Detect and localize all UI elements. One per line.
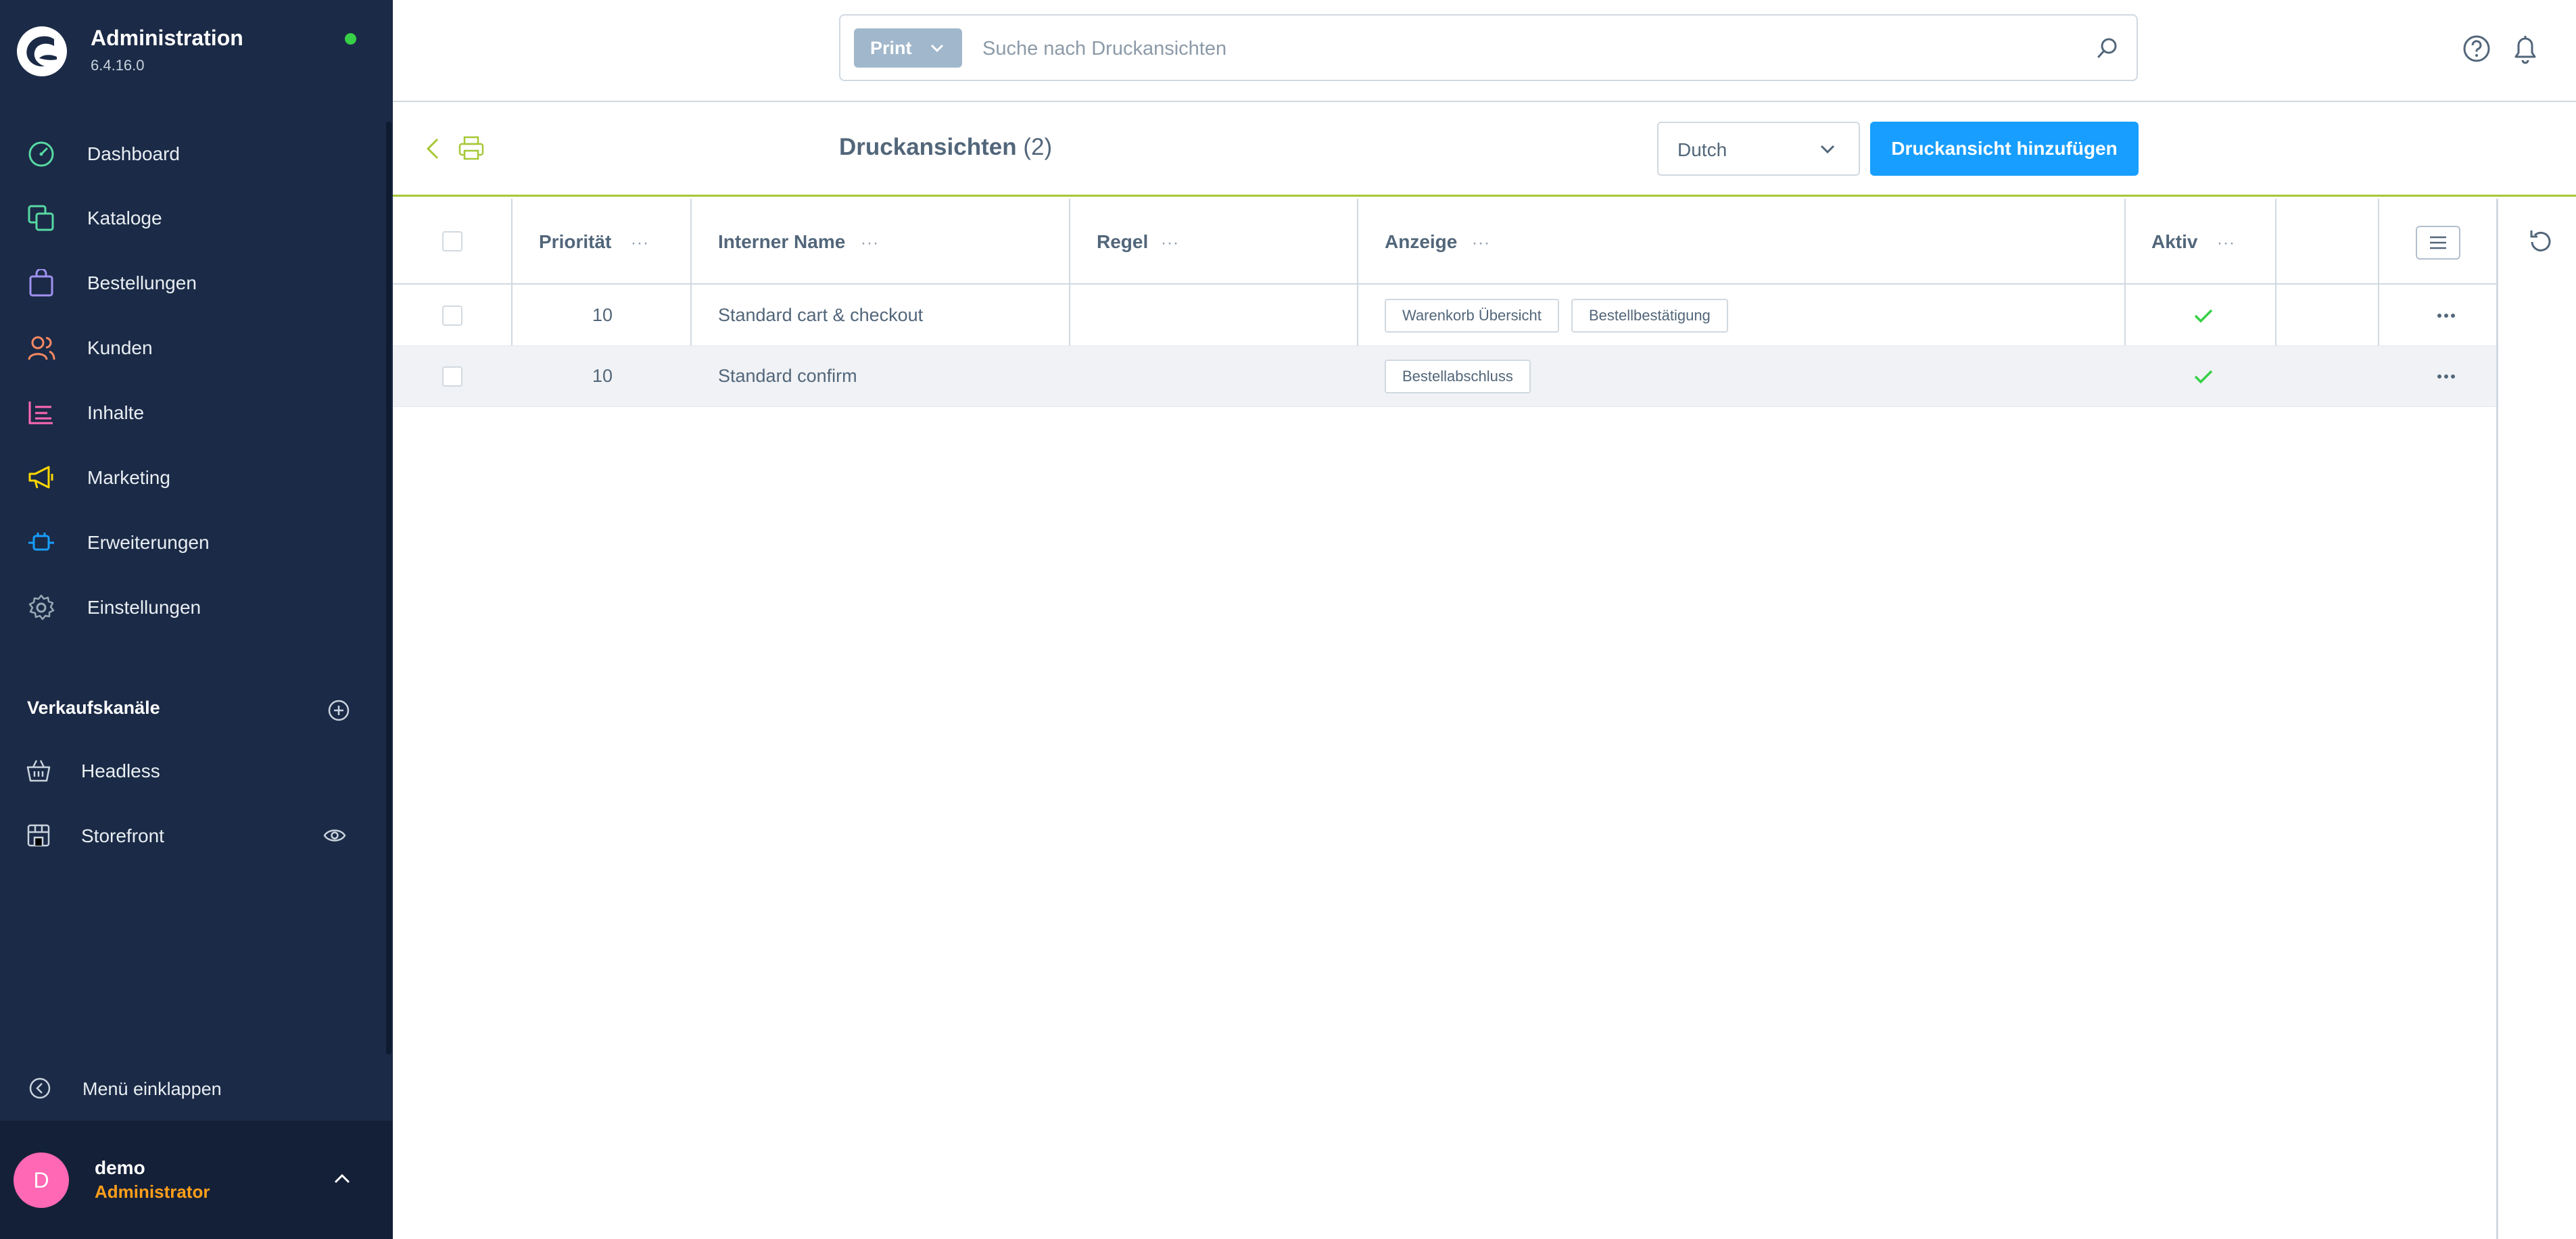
column-header-display[interactable]: Anzeige [1385, 231, 1457, 253]
hamburger-menu-icon [2430, 236, 2446, 249]
sidebar-item-bestellungen[interactable]: Bestellungen [0, 260, 386, 307]
online-status-indicator [345, 33, 356, 45]
column-header-active[interactable]: Aktiv [2151, 231, 2197, 253]
content-icon [28, 402, 53, 424]
row-checkbox[interactable] [442, 306, 462, 326]
app-version: 6.4.16.0 [91, 57, 145, 74]
table-row[interactable]: 10 Standard confirm Bestellabschluss [393, 346, 2497, 407]
select-all-checkbox[interactable] [442, 231, 462, 251]
catalog-icon [28, 205, 54, 231]
sidebar-item-label: Inhalte [87, 402, 145, 423]
back-arrow-icon[interactable] [423, 136, 443, 162]
storefront-icon [27, 824, 50, 847]
global-search: Print [839, 14, 2138, 81]
dashboard-icon [28, 141, 54, 167]
sidebar-item-inhalte[interactable]: Inhalte [0, 389, 386, 437]
data-grid: Priorität ··· Interner Name ··· Regel ··… [393, 199, 2497, 1239]
app-title: Administration [91, 26, 243, 50]
notification-bell-icon[interactable] [2510, 32, 2540, 65]
column-header-rule[interactable]: Regel [1097, 231, 1148, 253]
column-menu-priority[interactable]: ··· [631, 234, 649, 253]
sidebar-item-label: Marketing [87, 467, 170, 488]
brand-header: Administration 6.4.16.0 [0, 0, 393, 101]
table-row[interactable]: 10 Standard cart & checkout Warenkorb Üb… [393, 285, 2497, 346]
sales-channel-label: Storefront [81, 825, 164, 846]
grid-header: Priorität ··· Interner Name ··· Regel ··… [393, 199, 2497, 285]
settings-icon [28, 594, 55, 621]
user-role: Administrator [95, 1182, 210, 1202]
sidebar-item-marketing[interactable]: Marketing [0, 454, 386, 502]
sidebar: Administration 6.4.16.0 Dashboard Katalo… [0, 0, 393, 1239]
search-input[interactable] [982, 29, 2064, 68]
add-sales-channel-icon[interactable] [327, 699, 350, 722]
sidebar-item-kunden[interactable]: Kunden [0, 324, 386, 372]
chevron-down-icon [1820, 145, 1835, 154]
row-actions-icon[interactable] [2436, 373, 2456, 380]
eye-icon[interactable] [323, 825, 346, 846]
add-print-view-button[interactable]: Druckansicht hinzufügen [1870, 122, 2139, 176]
page-title-text: Druckansichten [839, 134, 1017, 160]
top-bar: Print [393, 0, 2576, 102]
page-toolbar: Druckansichten (2) Dutch Druckansicht hi… [393, 102, 2576, 197]
sidebar-item-label: Kunden [87, 337, 153, 358]
search-type-label: Print [870, 37, 912, 58]
column-header-priority[interactable]: Priorität [539, 231, 611, 253]
sidebar-item-label: Einstellungen [87, 597, 201, 618]
column-menu-display[interactable]: ··· [1472, 234, 1490, 253]
sidebar-item-label: Kataloge [87, 208, 162, 228]
language-select-value: Dutch [1677, 139, 1727, 160]
search-icon[interactable] [2095, 36, 2120, 60]
column-header-internal-name[interactable]: Interner Name [718, 231, 845, 253]
display-tag: Bestellbestätigung [1571, 299, 1728, 333]
language-select[interactable]: Dutch [1657, 122, 1860, 176]
column-menu-internal-name[interactable]: ··· [861, 234, 879, 253]
chevron-left-circle-icon [29, 1077, 51, 1099]
customers-icon [28, 336, 55, 360]
sidebar-item-erweiterungen[interactable]: Erweiterungen [0, 519, 386, 566]
search-type-dropdown[interactable]: Print [854, 28, 962, 68]
user-name: demo [95, 1157, 145, 1178]
shopware-logo-icon [17, 26, 67, 76]
display-tag: Bestellabschluss [1385, 360, 1531, 393]
active-check-icon [2194, 309, 2213, 323]
sidebar-item-kataloge[interactable]: Kataloge [0, 195, 386, 242]
cell-priority: 10 [592, 366, 613, 386]
avatar: D [14, 1152, 69, 1208]
page-title-count: (2) [1023, 134, 1053, 160]
sidebar-scrollbar[interactable] [386, 122, 391, 1054]
grid-settings-button[interactable] [2416, 226, 2460, 260]
sales-channels-title: Verkaufskanäle [27, 698, 160, 718]
row-actions-icon[interactable] [2436, 312, 2456, 319]
collapse-menu-button[interactable]: Menü einklappen [0, 1065, 386, 1112]
orders-icon [29, 269, 53, 297]
sidebar-item-label: Bestellungen [87, 272, 197, 293]
chevron-up-icon[interactable] [333, 1171, 352, 1186]
reset-icon[interactable] [2526, 227, 2554, 256]
sales-channel-label: Headless [81, 760, 160, 781]
sidebar-item-dashboard[interactable]: Dashboard [0, 130, 386, 178]
printer-icon [458, 136, 484, 160]
sidebar-item-label: Dashboard [87, 143, 180, 164]
grid-sidebar-divider [2496, 199, 2498, 1239]
page-title: Druckansichten (2) [839, 134, 1052, 161]
sidebar-item-einstellungen[interactable]: Einstellungen [0, 584, 386, 631]
help-icon[interactable] [2462, 34, 2491, 64]
display-tag: Warenkorb Übersicht [1385, 299, 1559, 333]
cell-priority: 10 [592, 305, 613, 325]
column-menu-rule[interactable]: ··· [1161, 234, 1179, 253]
user-profile[interactable]: D demo Administrator [0, 1121, 393, 1239]
basket-icon [26, 760, 51, 782]
active-check-icon [2194, 370, 2213, 384]
cell-internal-name[interactable]: Standard cart & checkout [718, 305, 923, 326]
sidebar-item-label: Erweiterungen [87, 532, 210, 553]
collapse-menu-label: Menü einklappen [82, 1079, 222, 1099]
extensions-icon [28, 533, 54, 551]
marketing-icon [28, 466, 53, 489]
chevron-down-icon [930, 44, 944, 53]
column-menu-active[interactable]: ··· [2217, 234, 2235, 253]
sales-channel-headless[interactable]: Headless [0, 747, 386, 794]
row-checkbox[interactable] [442, 366, 462, 387]
sales-channel-storefront[interactable]: Storefront [0, 812, 386, 859]
cell-internal-name[interactable]: Standard confirm [718, 366, 857, 387]
